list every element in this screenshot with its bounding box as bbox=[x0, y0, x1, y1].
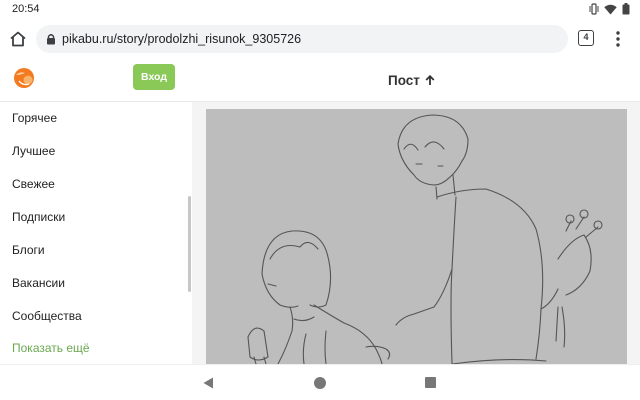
site-header: Вход Пост bbox=[0, 58, 640, 102]
sidebar-item-blogs[interactable]: Блоги bbox=[12, 243, 45, 257]
sidebar-item-hot[interactable]: Горячее bbox=[12, 111, 57, 125]
post-image[interactable] bbox=[206, 109, 627, 364]
vibrate-icon bbox=[589, 3, 599, 15]
sidebar-scrollbar[interactable] bbox=[188, 196, 191, 292]
page-title[interactable]: Пост bbox=[388, 73, 435, 88]
status-time: 20:54 bbox=[12, 3, 40, 15]
home-icon[interactable] bbox=[8, 29, 28, 49]
sidebar-item-fresh[interactable]: Свежее bbox=[12, 177, 55, 191]
back-icon[interactable] bbox=[203, 377, 214, 389]
login-button[interactable]: Вход bbox=[133, 64, 175, 90]
home-circle-icon[interactable] bbox=[314, 377, 326, 389]
show-more-link[interactable]: Показать ещё bbox=[12, 341, 90, 355]
battery-icon bbox=[622, 3, 630, 15]
status-icons bbox=[589, 3, 630, 15]
sidebar-item-vacancies[interactable]: Вакансии bbox=[12, 276, 65, 290]
sidebar-item-communities[interactable]: Сообщества bbox=[12, 309, 82, 323]
page-title-text: Пост bbox=[388, 73, 420, 88]
url-bar[interactable]: pikabu.ru/story/prodolzhi_risunok_930572… bbox=[36, 25, 568, 53]
status-bar: 20:54 bbox=[0, 0, 640, 20]
sidebar-nav: Горячее Лучшее Свежее Подписки Блоги Вак… bbox=[0, 102, 192, 364]
more-menu-icon[interactable] bbox=[612, 29, 624, 49]
arrow-up-icon bbox=[425, 75, 435, 85]
pikabu-logo-icon[interactable] bbox=[12, 66, 36, 90]
sidebar-item-best[interactable]: Лучшее bbox=[12, 144, 55, 158]
sidebar-item-subscriptions[interactable]: Подписки bbox=[12, 210, 65, 224]
post-drawing-image bbox=[206, 109, 627, 364]
browser-toolbar: pikabu.ru/story/prodolzhi_risunok_930572… bbox=[0, 20, 640, 58]
system-nav-bar bbox=[0, 364, 640, 400]
tab-switcher-button[interactable]: 4 bbox=[578, 30, 594, 46]
recent-apps-icon[interactable] bbox=[425, 377, 436, 388]
url-text[interactable]: pikabu.ru/story/prodolzhi_risunok_930572… bbox=[62, 32, 301, 46]
post-content bbox=[192, 102, 640, 364]
lock-icon bbox=[47, 34, 55, 45]
wifi-icon bbox=[604, 4, 617, 14]
